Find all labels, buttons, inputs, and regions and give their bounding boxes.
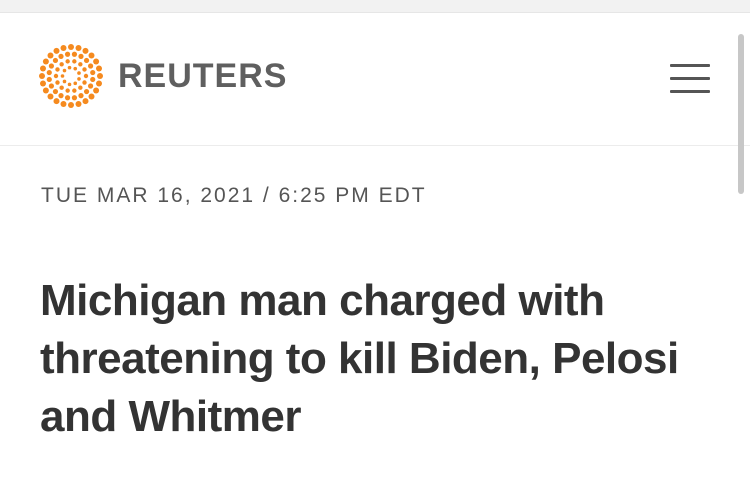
logo-dot <box>75 44 82 51</box>
logo-dot <box>55 80 60 85</box>
logo-dot <box>82 47 89 54</box>
logo-dot <box>64 95 71 101</box>
browser-top-strip <box>0 0 750 13</box>
logo-dot <box>88 63 94 69</box>
hamburger-menu-icon[interactable] <box>668 62 712 98</box>
logo-dot <box>78 53 84 59</box>
logo-dot <box>60 74 65 78</box>
logo-dot <box>82 80 87 85</box>
logo-dot <box>58 53 64 59</box>
reuters-logo[interactable]: REUTERS <box>38 43 287 109</box>
logo-dot <box>90 69 96 76</box>
logo-dot <box>53 47 60 54</box>
logo-dot <box>67 82 72 87</box>
logo-dot <box>73 81 78 86</box>
logo-dot <box>96 65 103 72</box>
logo-dot <box>58 93 64 99</box>
logo-dot <box>46 76 52 83</box>
logo-dot <box>93 58 100 65</box>
logo-dot <box>64 51 71 57</box>
menu-bar-top <box>670 64 710 67</box>
logo-dot <box>59 62 64 67</box>
menu-bar-middle <box>670 77 710 80</box>
logo-dot <box>62 79 67 84</box>
logo-dot <box>65 88 70 93</box>
logo-dot <box>72 59 77 64</box>
logo-dot <box>46 69 52 76</box>
logo-dot <box>77 77 81 81</box>
logo-dot <box>88 52 95 59</box>
logo-dot <box>83 73 89 79</box>
logo-dot <box>47 93 54 100</box>
logo-dot <box>68 44 74 50</box>
logo-dot <box>82 98 89 105</box>
logo-dot <box>60 101 67 108</box>
logo-dot <box>90 76 96 83</box>
logo-dot <box>88 83 94 89</box>
logo-dot <box>42 87 49 94</box>
scrollbar-thumb[interactable] <box>738 34 744 194</box>
logo-dot <box>71 95 78 101</box>
logo-dot <box>60 44 67 51</box>
site-header: REUTERS <box>0 13 750 146</box>
logo-dot <box>77 71 81 75</box>
logo-dot <box>96 80 103 87</box>
logo-dot <box>53 73 59 79</box>
logo-dot <box>52 57 59 64</box>
article-headline: Michigan man charged with threatening to… <box>40 276 679 441</box>
logo-dot <box>39 80 46 87</box>
logo-dot <box>93 87 100 94</box>
menu-bar-bottom <box>670 90 710 93</box>
logo-dot <box>97 73 103 79</box>
logo-dot <box>78 93 84 99</box>
logo-dot <box>72 88 77 93</box>
logo-dot <box>88 93 95 100</box>
logo-dot <box>82 67 87 72</box>
logo-dot <box>62 68 67 73</box>
logo-dot <box>75 101 82 108</box>
logo-dot <box>83 57 90 64</box>
logo-dot <box>39 73 45 79</box>
logo-dot <box>39 65 46 72</box>
reuters-dot-ring-icon <box>39 44 103 108</box>
logo-dot <box>52 88 59 95</box>
logo-dot <box>47 52 54 59</box>
logo-dot <box>73 66 78 71</box>
logo-dot <box>83 88 90 95</box>
logo-dot <box>42 58 49 65</box>
logo-dot <box>65 59 70 64</box>
logo-dot <box>71 51 78 57</box>
logo-dot <box>48 63 54 69</box>
logo-dot <box>67 65 72 70</box>
article-dateline: TUE MAR 16, 2021 / 6:25 PM EDT <box>41 184 427 207</box>
logo-dot <box>59 85 64 90</box>
logo-dot <box>78 85 83 90</box>
logo-dot <box>53 98 60 105</box>
logo-dot <box>68 102 74 108</box>
logo-wordmark: REUTERS <box>118 57 288 95</box>
logo-dot <box>55 67 60 72</box>
logo-dot <box>48 83 54 89</box>
logo-dot <box>78 62 83 67</box>
